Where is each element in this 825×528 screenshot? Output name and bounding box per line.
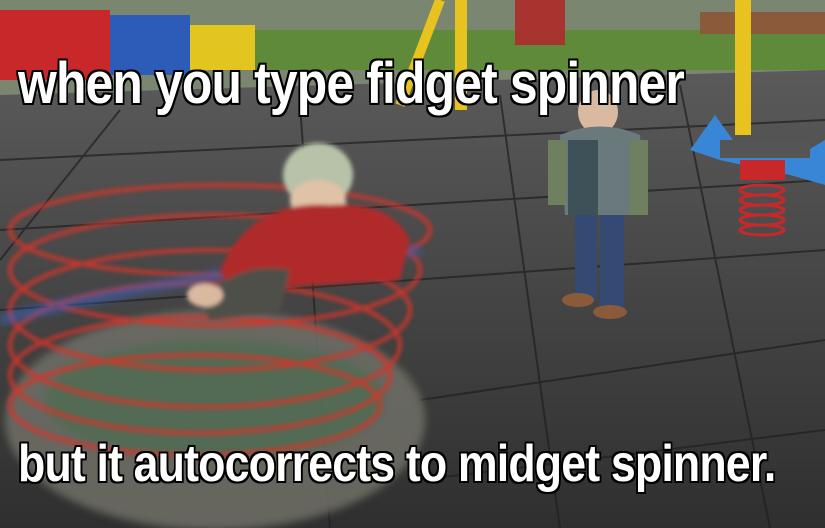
yellow-pole-right	[735, 0, 751, 135]
top-caption: when you type fidget spinner	[17, 50, 685, 117]
meme-image: when you type fidget spinner but it auto…	[0, 0, 825, 528]
park-bench	[700, 12, 825, 34]
bottom-caption: but it autocorrects to midget spinner.	[17, 434, 777, 494]
red-shed	[515, 0, 565, 45]
